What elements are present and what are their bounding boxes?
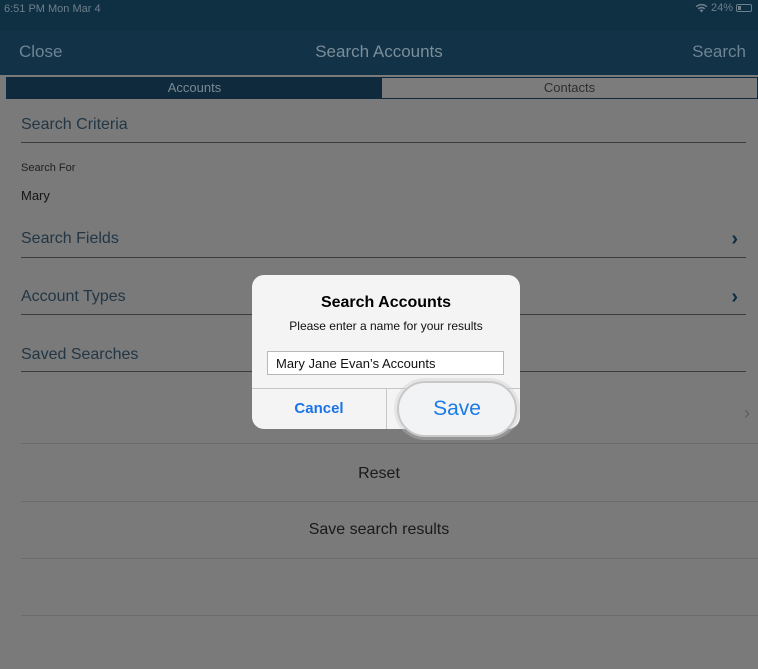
status-indicators: 24%: [695, 2, 752, 14]
status-time: 6:51 PM Mon Mar 4: [4, 3, 101, 15]
divider: [21, 501, 758, 502]
divider: [21, 142, 746, 143]
navigation-bar: Close Search Accounts Search: [0, 31, 758, 75]
divider: [21, 615, 758, 616]
search-for-field[interactable]: Mary: [21, 188, 50, 203]
chevron-right-icon: ›: [731, 286, 738, 308]
search-for-label: Search For: [21, 162, 76, 174]
page-title: Search Accounts: [315, 42, 443, 61]
divider: [386, 388, 387, 429]
reset-button[interactable]: Reset: [0, 465, 758, 483]
divider: [21, 257, 746, 258]
search-button[interactable]: Search: [692, 42, 746, 62]
cancel-button[interactable]: Cancel: [252, 389, 386, 429]
account-types-row[interactable]: Account Types: [21, 288, 126, 306]
save-results-alert: Search Accounts Please enter a name for …: [252, 275, 520, 437]
save-search-results-button[interactable]: Save search results: [0, 521, 758, 539]
chevron-right-icon[interactable]: ›: [744, 403, 750, 424]
divider: [21, 558, 758, 559]
alert-title: Search Accounts: [320, 294, 452, 311]
save-button[interactable]: Save: [397, 381, 517, 437]
divider: [21, 443, 758, 444]
battery-icon: [736, 4, 752, 12]
wifi-icon: [695, 3, 708, 13]
battery-percent: 24%: [710, 2, 733, 14]
search-criteria-header: Search Criteria: [21, 116, 128, 133]
segmented-control: Accounts Contacts: [6, 77, 758, 99]
chevron-right-icon: ›: [731, 228, 738, 250]
tab-accounts[interactable]: Accounts: [7, 78, 382, 98]
status-bar: 6:51 PM Mon Mar 4 24%: [0, 0, 758, 31]
saved-searches-header: Saved Searches: [21, 346, 139, 363]
alert-message: Please enter a name for your results: [289, 319, 483, 333]
search-fields-row[interactable]: Search Fields: [21, 230, 119, 248]
tab-contacts[interactable]: Contacts: [382, 78, 757, 98]
results-name-input[interactable]: [267, 351, 504, 375]
